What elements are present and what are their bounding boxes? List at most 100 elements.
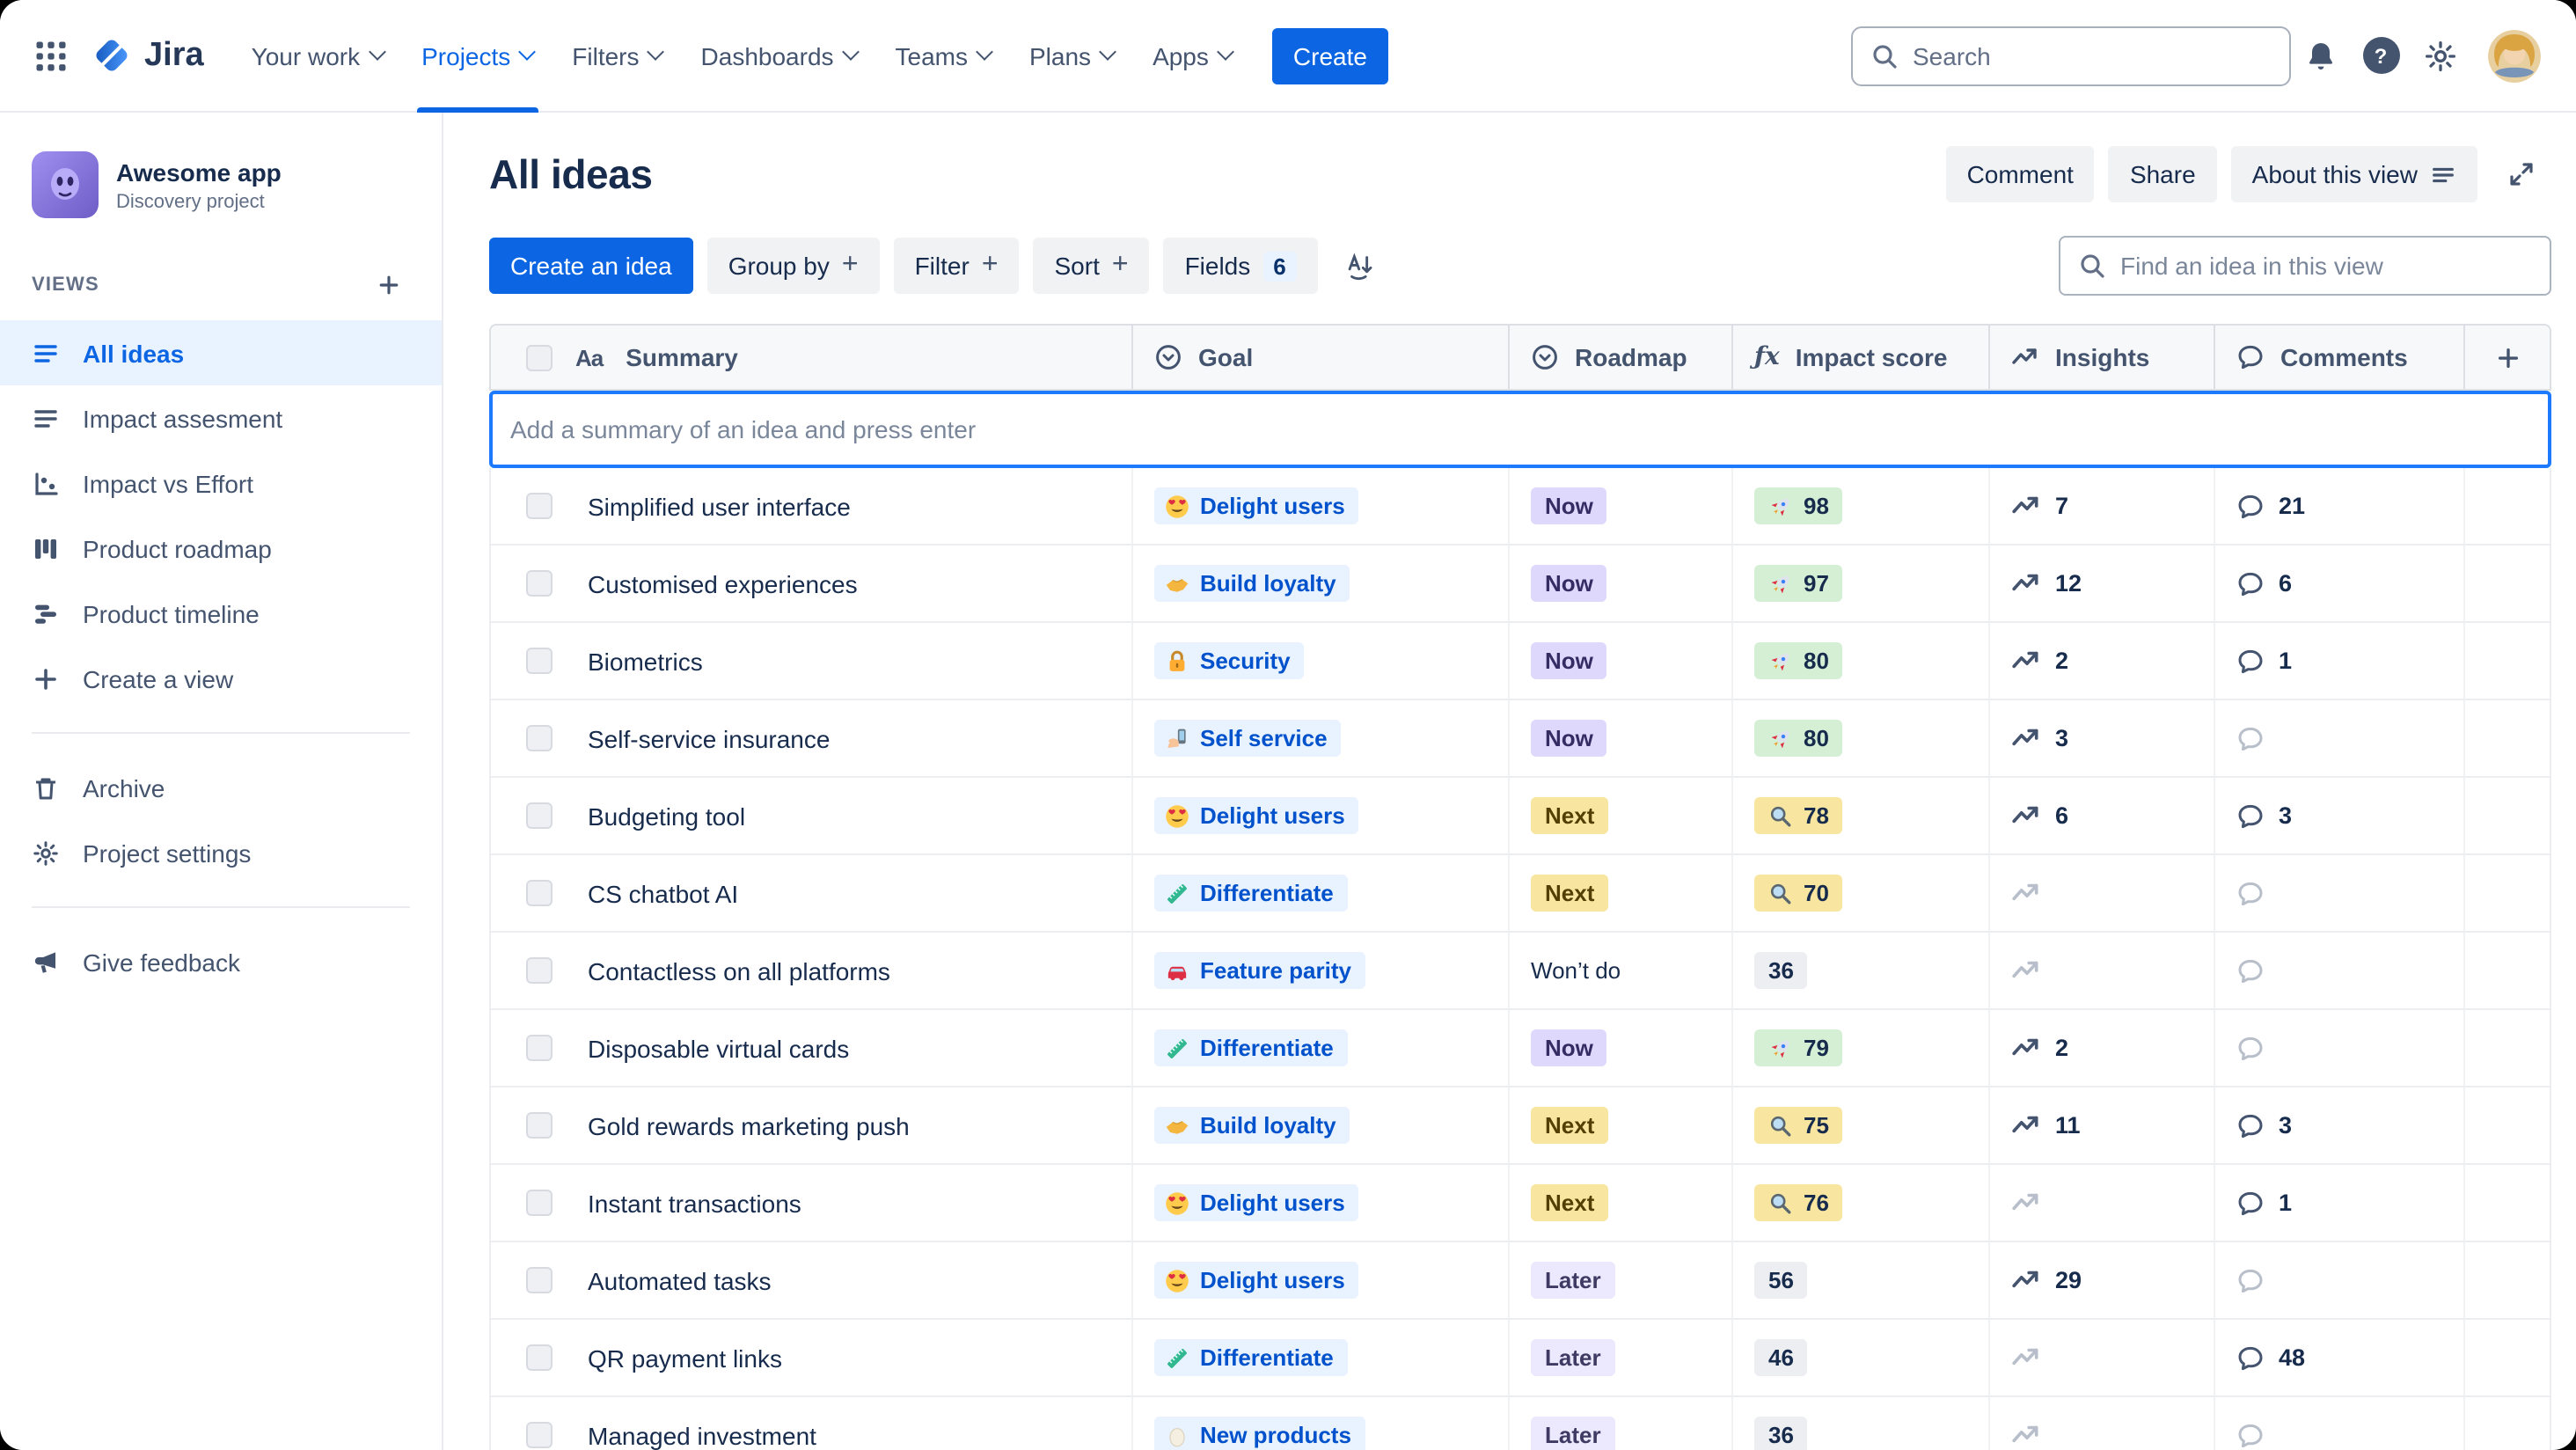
column-header-comments[interactable]: Comments xyxy=(2214,326,2463,389)
comment-button[interactable]: Comment xyxy=(1945,146,2095,202)
goal-chip[interactable]: Differentiate xyxy=(1154,875,1348,912)
add-idea-input[interactable] xyxy=(510,415,2530,443)
table-row[interactable]: Instant transactions Delight users Next … xyxy=(491,1165,2550,1242)
row-checkbox[interactable] xyxy=(526,802,553,829)
table-row[interactable]: Gold rewards marketing push Build loyalt… xyxy=(491,1088,2550,1165)
row-checkbox[interactable] xyxy=(526,1344,553,1371)
impact-score-chip[interactable]: 56 xyxy=(1754,1262,1808,1299)
roadmap-badge[interactable]: Now xyxy=(1531,487,1607,524)
sidebar-item-all-ideas[interactable]: All ideas xyxy=(0,320,442,385)
goal-chip[interactable]: Security xyxy=(1154,642,1305,679)
comments-cell[interactable] xyxy=(2236,1266,2265,1294)
comments-cell[interactable] xyxy=(2236,724,2265,752)
nav-item-plans[interactable]: Plans xyxy=(1010,0,1133,112)
about-this-view-button[interactable]: About this view xyxy=(2230,146,2477,202)
roadmap-badge[interactable]: Next xyxy=(1531,875,1609,912)
create-an-idea-button[interactable]: Create an idea xyxy=(489,238,693,294)
goal-chip[interactable]: Delight users xyxy=(1154,797,1359,834)
nav-item-projects[interactable]: Projects xyxy=(402,0,553,112)
roadmap-badge[interactable]: Later xyxy=(1531,1339,1615,1376)
goal-chip[interactable]: Self service xyxy=(1154,720,1342,757)
sidebar-item-product-roadmap[interactable]: Product roadmap xyxy=(0,516,442,581)
roadmap-badge[interactable]: Later xyxy=(1531,1262,1615,1299)
global-search[interactable] xyxy=(1851,26,2291,85)
table-row[interactable]: Customised experiences Build loyalty Now… xyxy=(491,546,2550,623)
nav-item-your-work[interactable]: Your work xyxy=(232,0,403,112)
comments-cell[interactable]: 6 xyxy=(2236,569,2292,597)
column-header-goal[interactable]: Goal xyxy=(1131,326,1508,389)
insights-cell[interactable]: 2 xyxy=(2011,646,2068,676)
column-header-roadmap[interactable]: Roadmap xyxy=(1508,326,1731,389)
nav-item-apps[interactable]: Apps xyxy=(1133,0,1251,112)
row-checkbox[interactable] xyxy=(526,1422,553,1448)
insights-cell[interactable]: 29 xyxy=(2011,1265,2082,1295)
sidebar-item-give-feedback[interactable]: Give feedback xyxy=(0,929,442,994)
sort-button[interactable]: Sort + xyxy=(1033,238,1150,294)
roadmap-badge[interactable]: Now xyxy=(1531,565,1607,602)
idea-summary[interactable]: CS chatbot AI xyxy=(588,879,738,907)
goal-chip[interactable]: Delight users xyxy=(1154,1262,1359,1299)
row-checkbox[interactable] xyxy=(526,648,553,674)
add-idea-row[interactable] xyxy=(489,391,2551,468)
project-header[interactable]: Awesome app Discovery project xyxy=(0,137,442,229)
row-checkbox[interactable] xyxy=(526,1035,553,1061)
add-column-button[interactable] xyxy=(2463,326,2550,389)
comments-cell[interactable]: 1 xyxy=(2236,1189,2292,1217)
row-checkbox[interactable] xyxy=(526,725,553,751)
insights-cell[interactable]: 12 xyxy=(2011,568,2082,598)
idea-summary[interactable]: Budgeting tool xyxy=(588,802,745,830)
sidebar-item-impact-vs-effort[interactable]: Impact vs Effort xyxy=(0,450,442,516)
find-idea-input[interactable] xyxy=(2120,252,2532,280)
settings-button[interactable] xyxy=(2411,26,2470,85)
goal-chip[interactable]: Delight users xyxy=(1154,1184,1359,1221)
group-by-button[interactable]: Group by + xyxy=(706,238,880,294)
table-row[interactable]: Disposable virtual cards Differentiate N… xyxy=(491,1010,2550,1088)
impact-score-chip[interactable]: 80 xyxy=(1754,642,1843,679)
row-checkbox[interactable] xyxy=(526,957,553,984)
roadmap-badge[interactable]: Next xyxy=(1531,1107,1609,1144)
comments-cell[interactable] xyxy=(2236,1034,2265,1062)
filter-button[interactable]: Filter + xyxy=(893,238,1020,294)
roadmap-badge[interactable]: Now xyxy=(1531,720,1607,757)
user-avatar[interactable] xyxy=(2488,29,2541,82)
insights-cell[interactable]: 7 xyxy=(2011,491,2068,521)
comments-cell[interactable] xyxy=(2236,879,2265,907)
insights-cell[interactable]: 11 xyxy=(2011,1110,2081,1140)
impact-score-chip[interactable]: 70 xyxy=(1754,875,1843,912)
select-all-checkbox[interactable] xyxy=(526,344,553,370)
table-row[interactable]: Budgeting tool Delight users Next 78 6 3 xyxy=(491,778,2550,855)
nav-item-dashboards[interactable]: Dashboards xyxy=(682,0,876,112)
insights-cell[interactable] xyxy=(2011,1420,2041,1450)
roadmap-badge[interactable]: Next xyxy=(1531,797,1609,834)
idea-summary[interactable]: Automated tasks xyxy=(588,1266,772,1294)
comments-cell[interactable]: 48 xyxy=(2236,1344,2305,1372)
idea-summary[interactable]: Instant transactions xyxy=(588,1189,801,1217)
sidebar-item-project-settings[interactable]: Project settings xyxy=(0,820,442,885)
roadmap-badge[interactable]: Next xyxy=(1531,1184,1609,1221)
impact-score-chip[interactable]: 78 xyxy=(1754,797,1843,834)
impact-score-chip[interactable]: 97 xyxy=(1754,565,1843,602)
table-row[interactable]: Biometrics Security Now 80 2 1 xyxy=(491,623,2550,700)
insights-cell[interactable] xyxy=(2011,1188,2041,1218)
alphabetize-button[interactable] xyxy=(1332,236,1392,296)
column-header-impact-score[interactable]: ƒx Impact score xyxy=(1731,326,1988,389)
add-view-button[interactable] xyxy=(368,264,410,306)
idea-summary[interactable]: Disposable virtual cards xyxy=(588,1034,849,1062)
goal-chip[interactable]: Build loyalty xyxy=(1154,565,1350,602)
sidebar-item-impact-assesment[interactable]: Impact assesment xyxy=(0,385,442,450)
share-button[interactable]: Share xyxy=(2108,146,2217,202)
goal-chip[interactable]: Feature parity xyxy=(1154,952,1365,989)
column-header-summary[interactable]: Aa Summary xyxy=(491,326,1131,389)
sidebar-item-archive[interactable]: Archive xyxy=(0,755,442,820)
comments-cell[interactable]: 3 xyxy=(2236,802,2292,830)
create-button[interactable]: Create xyxy=(1271,27,1388,84)
impact-score-chip[interactable]: 80 xyxy=(1754,720,1843,757)
impact-score-chip[interactable]: 36 xyxy=(1754,952,1808,989)
insights-cell[interactable]: 6 xyxy=(2011,801,2068,831)
global-search-input[interactable] xyxy=(1913,41,2272,70)
fullscreen-button[interactable] xyxy=(2492,144,2551,204)
row-checkbox[interactable] xyxy=(526,1190,553,1216)
idea-summary[interactable]: QR payment links xyxy=(588,1344,782,1372)
comments-cell[interactable]: 21 xyxy=(2236,492,2305,520)
idea-summary[interactable]: Contactless on all platforms xyxy=(588,956,890,985)
